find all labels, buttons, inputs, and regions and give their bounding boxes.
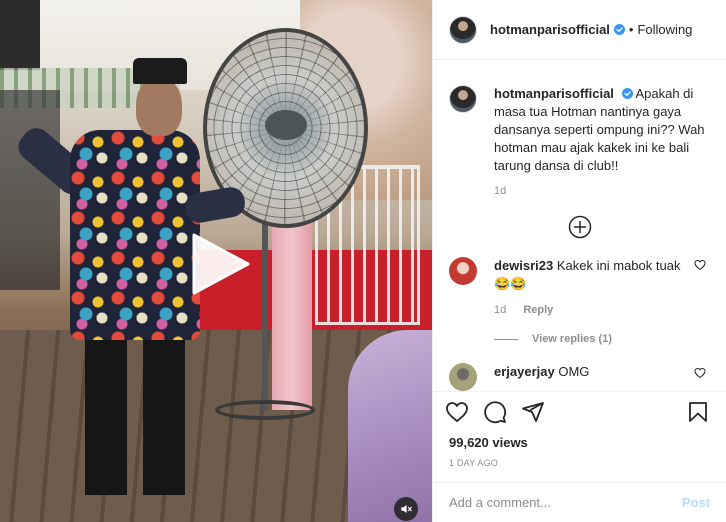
comment-body: erjayerjay OMG (494, 363, 684, 391)
comment-text: OMG (558, 364, 590, 379)
view-replies-label: View replies (1) (532, 333, 612, 345)
comment-bubble-icon[interactable] (483, 400, 507, 424)
caption-timestamp[interactable]: 1d (494, 185, 710, 197)
comment-username[interactable]: erjayerjay (494, 364, 555, 379)
mute-icon[interactable] (394, 497, 418, 521)
play-icon[interactable] (190, 233, 250, 295)
author-username[interactable]: hotmanparisofficial (490, 22, 610, 37)
comments-list[interactable]: hotmanparisofficial Apakah di masa tua H… (433, 60, 726, 391)
video-pink-drape (272, 220, 312, 410)
view-count[interactable]: 99,620 views (433, 435, 726, 450)
verified-badge-icon (613, 24, 625, 35)
comment-timestamp[interactable]: 1d (494, 304, 506, 316)
comment-input[interactable] (449, 495, 682, 510)
post-header: hotmanparisofficial • Following (433, 0, 726, 60)
video-background-people (0, 90, 60, 290)
load-more-comments-button[interactable] (449, 215, 710, 239)
video-person-head (136, 78, 182, 136)
caption-username[interactable]: hotmanparisofficial (494, 86, 614, 101)
add-comment-bar: Post (433, 482, 726, 522)
post-comment-button[interactable]: Post (682, 495, 710, 510)
comment-avatar[interactable] (449, 257, 477, 285)
comment-emoji: 😂😂 (494, 276, 527, 291)
share-icon[interactable] (521, 400, 545, 424)
comment-item: erjayerjay OMG (449, 363, 710, 391)
video-fan-hub (265, 110, 307, 140)
video-purple-cloth (348, 330, 432, 522)
author-avatar[interactable] (449, 15, 477, 44)
caption-avatar[interactable] (449, 85, 477, 113)
comment-item: dewisri23 Kakek ini mabok tuak 😂😂 1d Rep… (449, 257, 710, 319)
post-date[interactable]: 1 DAY AGO (433, 458, 726, 468)
comment-meta: 1d Reply (494, 301, 684, 319)
video-player[interactable] (0, 0, 432, 522)
comment-username[interactable]: dewisri23 (494, 258, 553, 273)
comment-like-heart-icon[interactable] (694, 259, 706, 271)
comment-text: Kakek ini mabok tuak (556, 258, 681, 273)
action-bar (433, 391, 726, 431)
plus-circle-icon (568, 215, 591, 239)
video-background-roof (0, 0, 40, 70)
caption-row: hotmanparisofficial Apakah di masa tua H… (449, 85, 710, 175)
header-separator: • (628, 22, 634, 37)
video-person-batik-shirt (70, 130, 200, 340)
view-replies-line (494, 338, 518, 340)
bookmark-icon[interactable] (686, 400, 710, 424)
reply-button[interactable]: Reply (523, 304, 553, 316)
view-replies-button[interactable]: View replies (1) (494, 333, 710, 345)
video-person-peci-hat (133, 58, 187, 84)
video-person-legs (85, 330, 185, 495)
comment-body: dewisri23 Kakek ini mabok tuak 😂😂 1d Rep… (494, 257, 684, 319)
follow-status-button[interactable]: Following (637, 22, 692, 37)
comment-avatar[interactable] (449, 363, 477, 391)
heart-icon[interactable] (445, 400, 469, 424)
video-fan-pole (262, 220, 268, 410)
caption-text: hotmanparisofficial Apakah di masa tua H… (494, 85, 708, 175)
instagram-post-modal: hotmanparisofficial • Following hotmanpa… (0, 0, 726, 522)
video-fan-base (215, 400, 315, 420)
post-side-panel: hotmanparisofficial • Following hotmanpa… (432, 0, 726, 522)
verified-badge-icon (621, 88, 633, 99)
comment-like-heart-icon[interactable] (694, 367, 706, 379)
